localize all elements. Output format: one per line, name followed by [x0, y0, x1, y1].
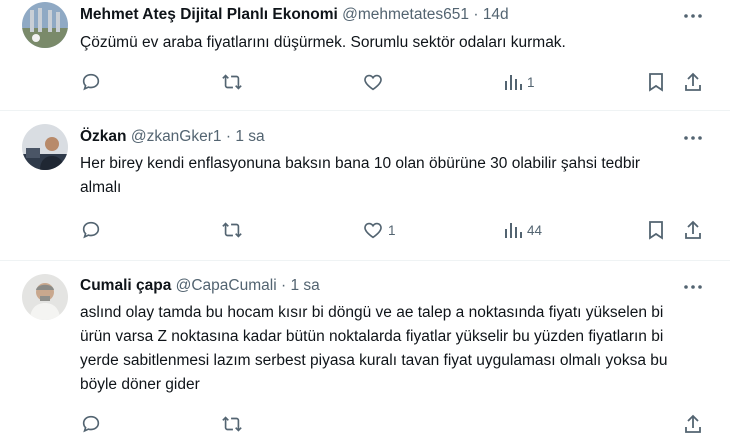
tweet-header: Cumali çapa @CapaCumali · 1 sa — [80, 277, 320, 295]
tweet[interactable]: Özkan @zkanGker1 · 1 sa Her birey kendi … — [0, 110, 730, 261]
retweet-button[interactable] — [220, 218, 248, 242]
share-icon — [683, 413, 703, 435]
reply-icon — [80, 413, 102, 435]
like-icon — [362, 219, 384, 241]
retweet-icon — [220, 219, 244, 241]
reply-button[interactable] — [80, 70, 106, 94]
user-handle[interactable]: @mehmetates651 — [342, 6, 469, 23]
views-count: 1 — [527, 74, 535, 90]
tweet-actions: 1 — [80, 70, 703, 94]
timestamp[interactable]: 14d — [483, 6, 509, 23]
share-icon — [683, 71, 703, 93]
separator: · — [280, 277, 287, 294]
retweet-icon — [220, 71, 244, 93]
share-button[interactable] — [683, 218, 703, 242]
bookmark-icon — [646, 219, 666, 241]
display-name[interactable]: Özkan — [80, 128, 127, 145]
tweet-text: Çözümü ev araba fiyatlarını düşürmek. So… — [80, 34, 566, 51]
views-icon — [503, 71, 523, 93]
tweet-text: Her birey kendi enflasyonuna baksın bana… — [80, 155, 641, 196]
like-count: 1 — [388, 222, 396, 238]
like-icon — [362, 71, 384, 93]
user-handle[interactable]: @zkanGker1 — [131, 128, 222, 145]
tweet-actions: 1 44 — [80, 218, 703, 242]
retweet-button[interactable] — [220, 412, 244, 436]
tweet-header: Özkan @zkanGker1 · 1 sa — [80, 128, 265, 146]
views-button[interactable]: 44 — [503, 218, 542, 242]
avatar[interactable] — [22, 2, 68, 48]
reply-button[interactable] — [80, 218, 106, 242]
display-name[interactable]: Mehmet Ateş Dijital Planlı Ekonomi — [80, 6, 338, 23]
avatar[interactable] — [22, 274, 68, 320]
share-icon — [683, 219, 703, 241]
tweet-header: Mehmet Ateş Dijital Planlı Ekonomi @mehm… — [80, 6, 509, 24]
tweet-text: aslınd olay tamda bu hocam kısır bi döng… — [80, 304, 668, 393]
reply-icon — [80, 71, 102, 93]
timestamp[interactable]: 1 sa — [235, 128, 264, 145]
separator: · — [225, 128, 231, 145]
reply-button[interactable] — [80, 412, 102, 436]
bookmark-button[interactable] — [646, 218, 666, 242]
retweet-icon — [220, 413, 244, 435]
like-button[interactable] — [362, 70, 388, 94]
like-button[interactable]: 1 — [362, 218, 396, 242]
retweet-button[interactable] — [220, 70, 248, 94]
views-icon — [503, 219, 523, 241]
share-button[interactable] — [683, 70, 703, 94]
avatar[interactable] — [22, 124, 68, 170]
bookmark-icon — [646, 71, 666, 93]
more-icon[interactable] — [682, 277, 704, 297]
bookmark-button[interactable] — [646, 70, 666, 94]
tweet[interactable]: Mehmet Ateş Dijital Planlı Ekonomi @mehm… — [0, 0, 730, 111]
more-icon[interactable] — [682, 6, 704, 26]
views-count: 44 — [527, 222, 543, 238]
views-button[interactable]: 1 — [503, 70, 535, 94]
separator: · — [473, 6, 479, 23]
more-icon[interactable] — [682, 128, 704, 148]
reply-icon — [80, 219, 102, 241]
display-name[interactable]: Cumali çapa — [80, 277, 171, 294]
timestamp[interactable]: 1 sa — [290, 277, 319, 294]
tweet-actions — [80, 412, 703, 436]
tweet[interactable]: Cumali çapa @CapaCumali · 1 sa aslınd ol… — [0, 260, 730, 433]
share-button[interactable] — [683, 412, 703, 436]
user-handle[interactable]: @CapaCumali — [176, 277, 277, 294]
